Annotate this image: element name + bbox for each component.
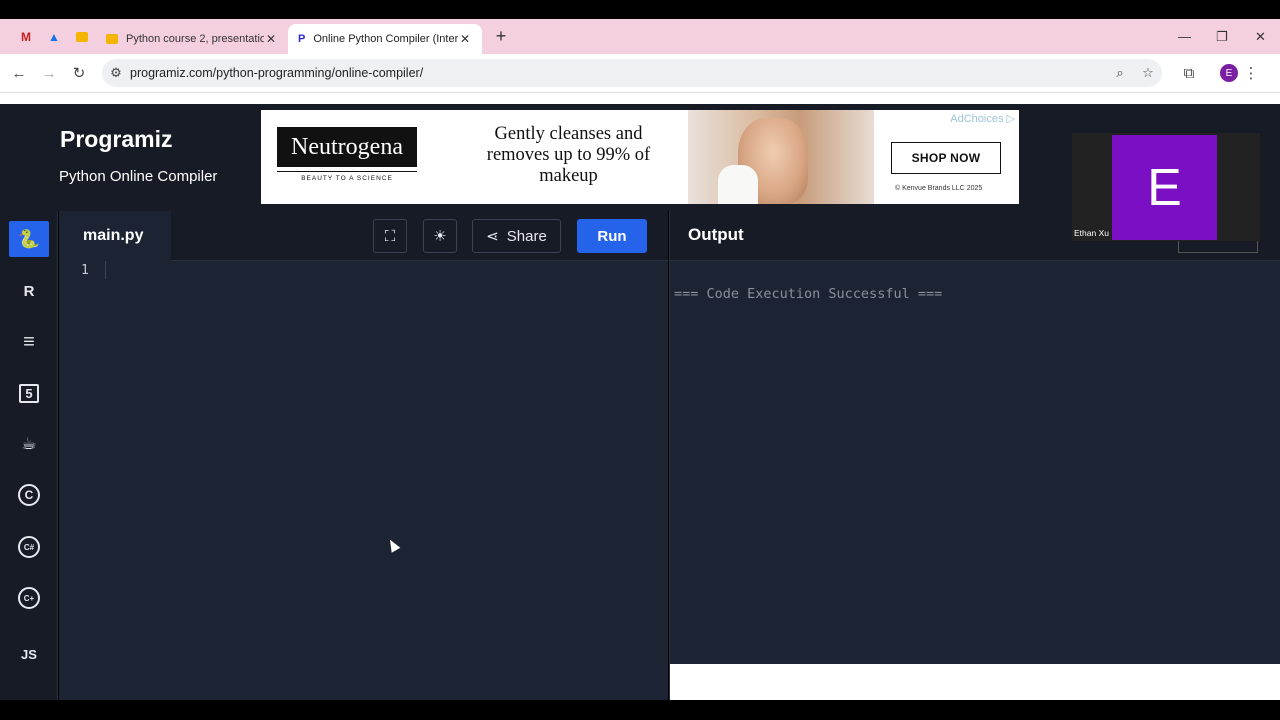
fullscreen-icon: ⛶	[384, 227, 396, 245]
line-number: 1	[81, 263, 89, 278]
video-call-tile: E Ethan Xu	[1072, 133, 1260, 241]
minimize-icon[interactable]: —	[1178, 19, 1191, 54]
menu-kebab-icon[interactable]: ⋮	[1238, 64, 1264, 82]
file-tab-main[interactable]: main.py	[59, 211, 171, 261]
output-console-text: === Code Execution Successful ===	[674, 286, 943, 302]
screen-bottom-edge	[0, 700, 1280, 720]
sidebar-item-sql[interactable]: ≡	[9, 324, 49, 360]
reload-icon[interactable]: ↻	[64, 64, 94, 82]
profile-avatar[interactable]: E	[1220, 64, 1238, 82]
ad-brand-logo: Neutrogena BEAUTY TO A SCIENCE	[277, 127, 417, 187]
adchoices-label[interactable]: AdChoices ▷	[950, 112, 1015, 125]
java-icon: ☕	[21, 434, 37, 453]
c-icon: C	[18, 484, 40, 506]
participant-avatar: E	[1112, 135, 1217, 240]
browser-toolbar: ← → ↻ ⚙ programiz.com/python-programming…	[0, 54, 1280, 92]
bookmark-star-icon[interactable]: ☆	[1134, 65, 1162, 81]
address-bar[interactable]: ⚙ programiz.com/python-programming/onlin…	[102, 59, 1162, 87]
cpp-icon: C+	[18, 587, 40, 609]
code-area[interactable]	[105, 261, 665, 697]
sidebar-item-python[interactable]: 🐍	[9, 221, 49, 257]
sidebar-item-r[interactable]: R	[9, 273, 49, 309]
js-icon: JS	[21, 646, 37, 662]
participant-name: Ethan Xu	[1074, 228, 1109, 238]
sidebar-item-cpp[interactable]: C+	[9, 580, 49, 616]
python-icon: 🐍	[17, 228, 41, 249]
close-icon[interactable]: ✕	[458, 32, 472, 46]
ad-brand-tagline: BEAUTY TO A SCIENCE	[277, 171, 417, 182]
back-icon[interactable]: ←	[4, 65, 34, 82]
output-bottom-strip	[670, 664, 1280, 700]
gmail-icon[interactable]: M	[12, 19, 40, 54]
ad-cloth	[718, 165, 758, 204]
tab-python-course[interactable]: Python course 2, presentation ✕	[96, 24, 288, 54]
advertisement-banner[interactable]: Neutrogena BEAUTY TO A SCIENCE Gently cl…	[261, 110, 1019, 204]
sidebar-item-html[interactable]: 5	[9, 375, 49, 411]
editor-toolbar: main.py ⛶ ☀ ⋖ Share Run	[59, 211, 668, 261]
window-close-icon[interactable]: ✕	[1255, 19, 1266, 54]
ad-headline: Gently cleanses and removes up to 99% of…	[486, 124, 651, 186]
drive-icon[interactable]: ▲	[40, 19, 68, 54]
r-icon: R	[23, 282, 35, 300]
code-editor-panel: main.py ⛶ ☀ ⋖ Share Run 1	[59, 211, 668, 700]
sidebar-item-java[interactable]: ☕	[9, 426, 49, 462]
theme-toggle-button[interactable]: ☀	[423, 219, 457, 253]
html5-icon: 5	[19, 383, 39, 403]
output-panel: Output === Code Execution Successful ===	[669, 211, 1280, 700]
sidebar-item-c[interactable]: C	[9, 477, 49, 513]
database-icon: ≡	[23, 330, 35, 353]
programiz-icon: P	[298, 33, 306, 45]
close-icon[interactable]: ✕	[264, 32, 278, 46]
tab-online-compiler[interactable]: P Online Python Compiler (Interp ✕	[288, 24, 482, 54]
sidebar-item-csharp[interactable]: C#	[9, 529, 49, 565]
ad-legal-text: © Kenvue Brands LLC 2025	[895, 185, 983, 192]
share-label: Share	[506, 227, 547, 245]
slides-icon	[106, 34, 118, 44]
page-top-strip	[0, 92, 1280, 104]
shop-now-button[interactable]: SHOP NOW	[891, 142, 1001, 174]
new-tab-button[interactable]: +	[486, 26, 516, 47]
sidebar-item-js[interactable]: JS	[9, 636, 49, 672]
forward-icon[interactable]: →	[34, 65, 64, 82]
ad-photo	[688, 110, 874, 204]
tab-title: Online Python Compiler (Interp	[313, 33, 458, 45]
site-info-icon[interactable]: ⚙	[102, 65, 130, 81]
output-title: Output	[688, 225, 744, 244]
page-subtitle: Python Online Compiler	[59, 168, 218, 185]
ad-brand-name: Neutrogena	[277, 127, 417, 167]
programiz-logo[interactable]: Programiz	[60, 126, 172, 153]
tab-title: Python course 2, presentation	[126, 33, 264, 45]
restore-icon[interactable]: ❐	[1216, 19, 1228, 54]
zoom-icon[interactable]: ⌕	[1106, 65, 1134, 81]
tab-search-icon[interactable]: ⧉	[1174, 65, 1204, 82]
slides-icon[interactable]	[68, 19, 96, 54]
run-button[interactable]: Run	[577, 219, 647, 253]
fullscreen-button[interactable]: ⛶	[373, 219, 407, 253]
screen-top-edge	[0, 0, 1280, 19]
sun-icon: ☀	[433, 228, 447, 245]
share-icon: ⋖	[486, 228, 499, 245]
language-sidebar: 🐍 R ≡ 5 ☕ C C# C+ JS	[0, 211, 58, 700]
csharp-icon: C#	[18, 536, 40, 558]
share-button[interactable]: ⋖ Share	[472, 219, 561, 253]
url-text: programiz.com/python-programming/online-…	[130, 66, 424, 80]
browser-tab-strip: M ▲ Python course 2, presentation ✕ P On…	[0, 19, 1280, 54]
